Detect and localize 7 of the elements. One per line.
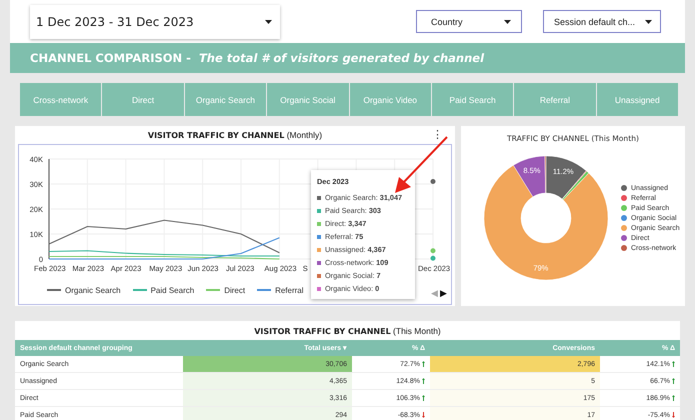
section-banner: CHANNEL COMPARISON - The total # of visitors generated by channel — [10, 43, 685, 73]
legend-label: Referral — [275, 286, 304, 294]
table-title: VISITOR TRAFFIC BY CHANNEL (This Month) — [254, 326, 441, 336]
chart-title: VISITOR TRAFFIC BY CHANNEL (Monthly) — [148, 130, 322, 140]
legend-label: Organic Search — [65, 286, 121, 294]
legend-label: Direct — [224, 286, 246, 294]
legend-label: Paid Search — [150, 286, 194, 294]
